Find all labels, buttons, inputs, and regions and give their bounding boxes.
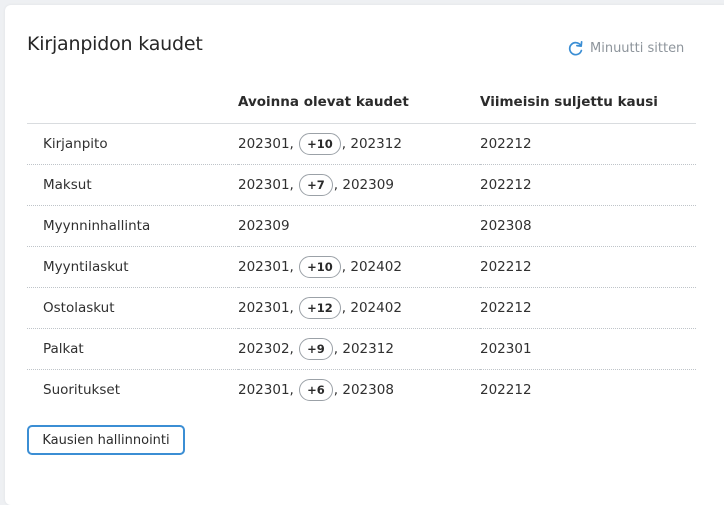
table-row: Kirjanpito 202301, +10, 202312 202212 <box>27 123 696 165</box>
open-periods-cell: 202301, +10, 202402 <box>238 246 480 288</box>
table-row: Myynninhallinta 202309 202308 <box>27 205 696 247</box>
table-header-row: Avoinna olevat kaudet Viimeisin suljettu… <box>27 80 696 124</box>
open-periods-cell: 202301, +12, 202402 <box>238 287 480 329</box>
open-last: 202309 <box>342 177 394 193</box>
more-periods-badge[interactable]: +10 <box>299 256 341 278</box>
open-first: 202309 <box>238 218 290 234</box>
manage-periods-button[interactable]: Kausien hallinnointi <box>27 425 185 455</box>
open-last: 202312 <box>350 136 402 152</box>
last-closed-cell: 202301 <box>480 328 696 370</box>
open-periods-cell: 202302, +9, 202312 <box>238 328 480 370</box>
last-closed-cell: 202212 <box>480 382 532 398</box>
row-name: Suoritukset <box>43 382 120 398</box>
last-updated-text: Minuutti sitten <box>590 40 685 56</box>
column-header-last-closed: Viimeisin suljettu kausi <box>480 80 696 124</box>
open-last: 202308 <box>342 382 394 398</box>
table-row: Suoritukset 202301, +6, 202308 202212 <box>27 370 696 411</box>
row-name: Myynninhallinta <box>27 205 238 247</box>
row-name: Myyntilaskut <box>27 246 238 288</box>
row-name: Ostolaskut <box>27 287 238 329</box>
more-periods-badge[interactable]: +12 <box>299 297 341 319</box>
widget-title: Kirjanpidon kaudet <box>27 33 203 55</box>
row-name: Palkat <box>27 328 238 370</box>
table-row: Maksut 202301, +7, 202309 202212 <box>27 164 696 206</box>
column-header-name <box>27 80 238 124</box>
last-closed-cell: 202212 <box>480 123 696 165</box>
open-first: 202302 <box>238 341 290 357</box>
more-periods-badge[interactable]: +9 <box>299 338 333 360</box>
more-periods-badge[interactable]: +7 <box>299 174 333 196</box>
row-name: Maksut <box>27 164 238 206</box>
table-row: Ostolaskut 202301, +12, 202402 202212 <box>27 287 696 329</box>
open-first: 202301 <box>238 136 290 152</box>
open-first: 202301 <box>238 259 290 275</box>
open-periods-cell: 202309 <box>238 205 480 247</box>
open-periods-cell: 202301, +7, 202309 <box>238 164 480 206</box>
last-closed-cell: 202212 <box>480 246 696 288</box>
open-first: 202301 <box>238 177 290 193</box>
open-periods-cell: 202301, +6, 202308 <box>238 370 480 411</box>
last-closed-cell: 202212 <box>480 287 696 329</box>
table-row: Myyntilaskut 202301, +10, 202402 202212 <box>27 246 696 288</box>
open-last: 202402 <box>350 300 402 316</box>
row-name: Kirjanpito <box>27 123 238 165</box>
more-periods-badge[interactable]: +10 <box>299 133 341 155</box>
table-row: Palkat 202302, +9, 202312 202301 <box>27 328 696 370</box>
open-periods-cell: 202301, +10, 202312 <box>238 123 480 165</box>
open-first: 202301 <box>238 300 290 316</box>
refresh-icon <box>566 39 584 57</box>
last-closed-cell: 202212 <box>480 164 696 206</box>
open-last: 202312 <box>342 341 394 357</box>
open-first: 202301 <box>238 382 290 398</box>
more-periods-badge[interactable]: +6 <box>299 379 333 401</box>
column-header-open-periods: Avoinna olevat kaudet <box>238 80 480 124</box>
refresh-button[interactable]: Minuutti sitten <box>566 39 684 57</box>
open-last: 202402 <box>350 259 402 275</box>
periods-table: Avoinna olevat kaudet Viimeisin suljettu… <box>27 80 696 410</box>
last-closed-cell: 202308 <box>480 205 696 247</box>
